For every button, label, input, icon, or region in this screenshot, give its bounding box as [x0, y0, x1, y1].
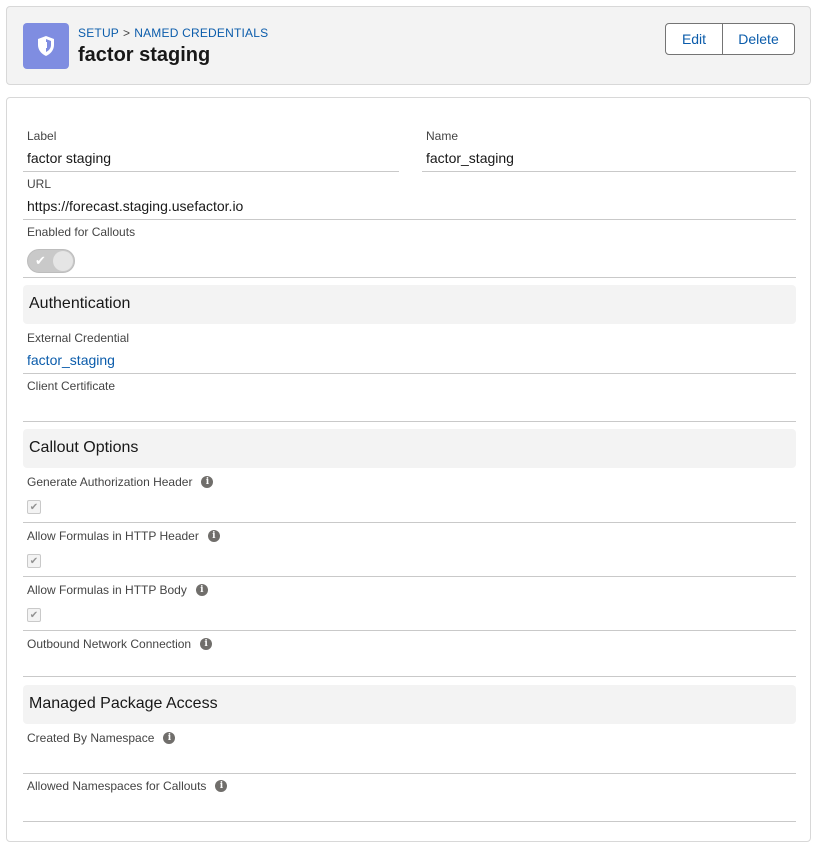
- divider: [23, 821, 796, 822]
- field-label-value: factor staging: [27, 150, 112, 166]
- info-icon[interactable]: i: [201, 476, 214, 488]
- field-formulas-body-label: Allow Formulas in HTTP Body: [27, 583, 187, 597]
- check-icon: ✔: [29, 555, 39, 567]
- field-created-by-caption: Created By Namespace i: [27, 731, 176, 745]
- field-client-certificate-caption: Client Certificate: [27, 379, 116, 393]
- info-icon[interactable]: i: [195, 584, 208, 596]
- toggle-knob: [53, 251, 73, 271]
- external-credential-link[interactable]: factor_staging: [27, 352, 115, 368]
- section-title: Managed Package Access: [29, 695, 218, 712]
- delete-button[interactable]: Delete: [723, 23, 795, 55]
- field-allowed-namespaces-caption: Allowed Namespaces for Callouts i: [27, 779, 228, 793]
- divider: [422, 171, 796, 172]
- gen-auth-header-checkbox: ✔: [27, 500, 41, 514]
- formulas-header-checkbox: ✔: [27, 554, 41, 568]
- divider: [23, 630, 796, 631]
- divider: [23, 219, 796, 220]
- field-name-caption: Name: [426, 129, 459, 143]
- field-formulas-http-body: Allow Formulas in HTTP Body i ✔: [23, 583, 796, 631]
- info-icon[interactable]: i: [207, 530, 220, 542]
- shield-icon: [23, 23, 69, 69]
- field-url-value: https://forecast.staging.usefactor.io: [27, 198, 244, 214]
- section-callout-options: Callout Options: [23, 429, 796, 468]
- breadcrumb: SETUP > NAMED CREDENTIALS: [78, 26, 268, 40]
- field-outbound-network: Outbound Network Connection i: [23, 637, 796, 677]
- info-icon[interactable]: i: [200, 638, 213, 650]
- field-generate-auth-header: Generate Authorization Header i ✔: [23, 475, 796, 523]
- field-formulas-header-caption: Allow Formulas in HTTP Header i: [27, 529, 220, 543]
- field-enabled-callouts: Enabled for Callouts ✔: [23, 225, 796, 278]
- breadcrumb-separator: >: [123, 26, 131, 40]
- field-label-caption: Label: [27, 129, 57, 143]
- divider: [23, 773, 796, 774]
- info-icon[interactable]: i: [215, 780, 228, 792]
- enabled-toggle: ✔: [27, 249, 75, 273]
- divider: [23, 277, 796, 278]
- section-title: Authentication: [29, 295, 131, 312]
- field-external-credential-caption: External Credential: [27, 331, 130, 345]
- field-created-by-namespace: Created By Namespace i: [23, 731, 796, 774]
- field-name-value: factor_staging: [426, 150, 514, 166]
- field-external-credential: External Credential factor_staging: [23, 331, 796, 374]
- divider: [23, 171, 399, 172]
- check-icon: ✔: [29, 609, 39, 621]
- breadcrumb-setup[interactable]: SETUP: [78, 26, 119, 40]
- info-icon[interactable]: i: [163, 732, 176, 744]
- header-actions: Edit Delete: [665, 23, 795, 55]
- field-formulas-header-label: Allow Formulas in HTTP Header: [27, 529, 199, 543]
- field-allowed-namespaces-label: Allowed Namespaces for Callouts: [27, 779, 207, 793]
- field-url-caption: URL: [27, 177, 52, 191]
- field-formulas-http-header: Allow Formulas in HTTP Header i ✔: [23, 529, 796, 577]
- check-icon: ✔: [35, 253, 46, 268]
- field-enabled-caption: Enabled for Callouts: [27, 225, 136, 239]
- page-header: SETUP > NAMED CREDENTIALS factor staging E…: [6, 6, 811, 85]
- field-outbound-label: Outbound Network Connection: [27, 637, 192, 651]
- field-name: Name factor_staging: [422, 129, 796, 172]
- breadcrumb-named-credentials[interactable]: NAMED CREDENTIALS: [134, 26, 268, 40]
- field-url: URL https://forecast.staging.usefactor.i…: [23, 177, 796, 220]
- divider: [23, 522, 796, 523]
- field-gen-auth-caption: Generate Authorization Header i: [27, 475, 214, 489]
- page-title: factor staging: [78, 44, 211, 66]
- edit-button[interactable]: Edit: [665, 23, 723, 55]
- divider: [23, 576, 796, 577]
- divider: [23, 676, 796, 677]
- section-authentication: Authentication: [23, 285, 796, 324]
- field-allowed-namespaces: Allowed Namespaces for Callouts i: [23, 779, 796, 822]
- field-outbound-caption: Outbound Network Connection i: [27, 637, 213, 651]
- divider: [23, 373, 796, 374]
- check-icon: ✔: [29, 501, 39, 513]
- field-client-certificate: Client Certificate: [23, 379, 796, 422]
- formulas-body-checkbox: ✔: [27, 608, 41, 622]
- field-gen-auth-label: Generate Authorization Header: [27, 475, 193, 489]
- divider: [23, 421, 796, 422]
- field-formulas-body-caption: Allow Formulas in HTTP Body i: [27, 583, 208, 597]
- section-title: Callout Options: [29, 439, 139, 456]
- section-managed-package-access: Managed Package Access: [23, 685, 796, 724]
- field-created-by-label: Created By Namespace: [27, 731, 155, 745]
- field-label: Label factor staging: [23, 129, 399, 172]
- detail-panel: Label factor staging Name factor_staging…: [6, 97, 811, 842]
